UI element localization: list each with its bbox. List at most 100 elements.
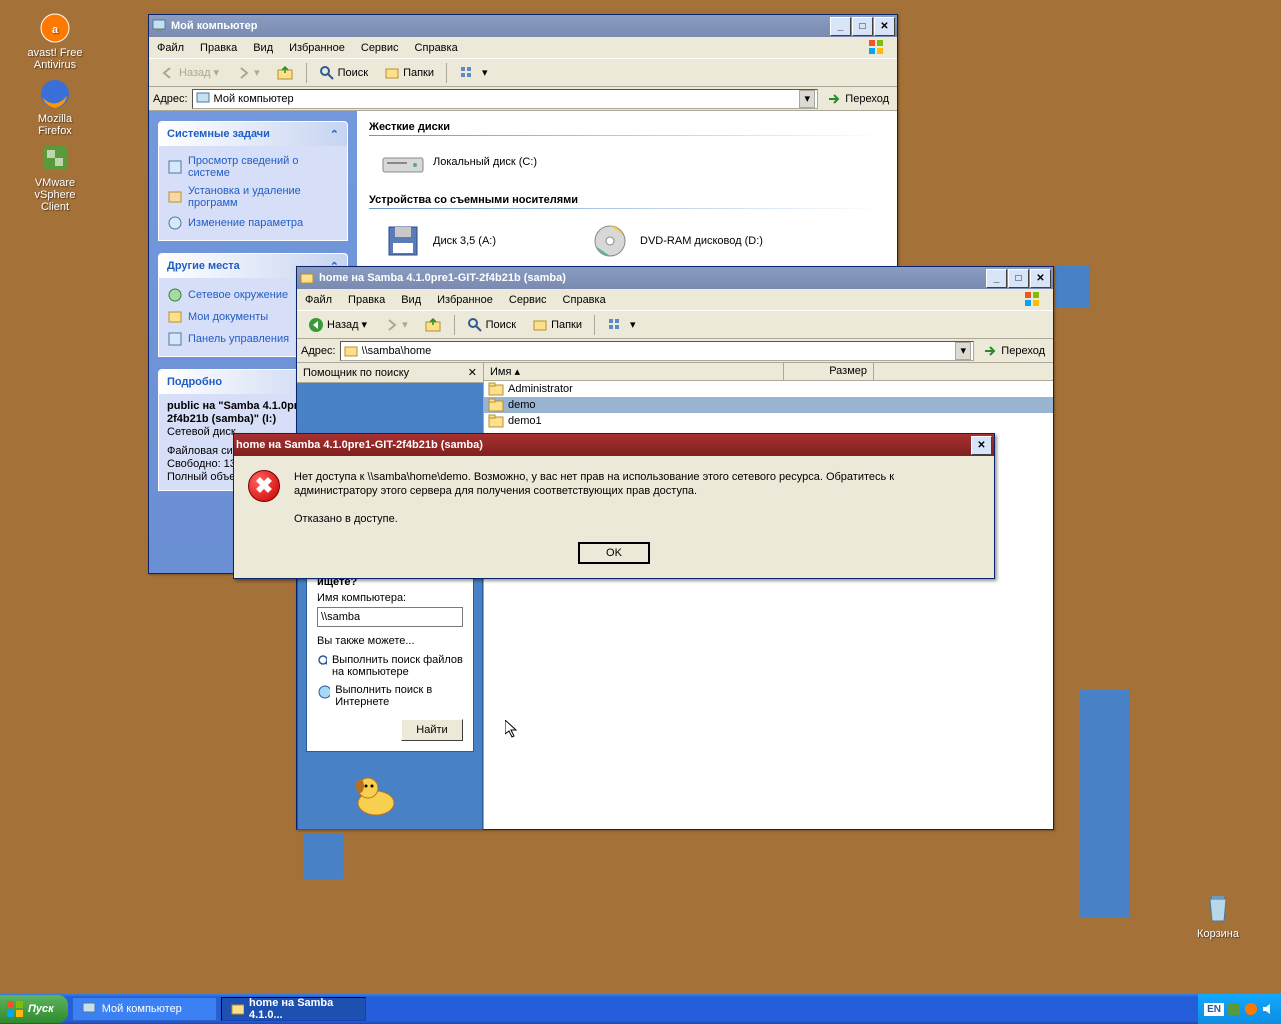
computer-name-input[interactable] xyxy=(317,607,463,627)
settings-icon xyxy=(167,215,183,231)
folders-icon xyxy=(532,317,548,333)
vmware-icon xyxy=(39,142,71,174)
menu-favorites[interactable]: Избранное xyxy=(429,291,501,309)
minimize-button[interactable]: _ xyxy=(830,17,851,36)
search-files-icon xyxy=(317,654,327,670)
menu-view[interactable]: Вид xyxy=(245,39,281,57)
hard-drive-icon xyxy=(379,144,427,180)
titlebar[interactable]: Мой компьютер _ □ ✕ xyxy=(149,15,897,37)
folders-button[interactable]: Папки xyxy=(525,314,589,336)
taskbar-item-mycomputer[interactable]: Мой компьютер xyxy=(72,997,217,1021)
address-label: Адрес: xyxy=(301,345,336,357)
search-button[interactable]: Поиск xyxy=(460,314,523,336)
folder-icon xyxy=(488,398,504,412)
minimize-button[interactable]: _ xyxy=(986,269,1007,288)
views-button[interactable]: ▾ xyxy=(452,62,495,84)
drive-floppy[interactable]: Диск 3,5 (A:) xyxy=(379,223,496,259)
file-row[interactable]: demo1 xyxy=(484,413,1053,429)
drive-c[interactable]: Локальный диск (C:) xyxy=(379,144,885,180)
go-button[interactable]: Переход xyxy=(822,91,893,107)
menu-help[interactable]: Справка xyxy=(407,39,466,57)
search-assistant: ищете? Имя компьютера: Вы также можете..… xyxy=(297,556,483,830)
file-row-selected[interactable]: demo xyxy=(484,397,1053,413)
close-button[interactable]: ✕ xyxy=(874,17,895,36)
close-button[interactable]: ✕ xyxy=(971,436,992,455)
folder-icon xyxy=(230,1001,244,1017)
search-internet-link[interactable]: Выполнить поиск в Интернете xyxy=(317,681,463,711)
tray-avast-icon[interactable] xyxy=(1244,1002,1258,1016)
desktop-icon-avast[interactable]: a avast! Free Antivirus xyxy=(20,12,90,71)
menu-view[interactable]: Вид xyxy=(393,291,429,309)
desktop-icon-recycle[interactable]: Корзина xyxy=(1183,893,1253,940)
arrow-right-icon xyxy=(235,65,251,81)
menu-tools[interactable]: Сервис xyxy=(501,291,555,309)
network-folder-icon xyxy=(343,343,359,359)
address-field[interactable]: ▾ xyxy=(192,89,819,109)
taskbar-item-samba[interactable]: home на Samba 4.1.0... xyxy=(221,997,366,1021)
search-button[interactable]: Поиск xyxy=(312,62,375,84)
menu-file[interactable]: Файл xyxy=(297,291,340,309)
ok-button[interactable]: OK xyxy=(578,542,650,564)
menu-tools[interactable]: Сервис xyxy=(353,39,407,57)
addressbar: Адрес: ▾ Переход xyxy=(149,87,897,111)
taskbar: Пуск Мой компьютер home на Samba 4.1.0..… xyxy=(0,994,1281,1024)
drive-dvd[interactable]: DVD-RAM дисковод (D:) xyxy=(586,223,763,259)
column-name[interactable]: Имя ▴ xyxy=(484,363,784,380)
maximize-button[interactable]: □ xyxy=(1008,269,1029,288)
folder-icon xyxy=(488,382,504,396)
column-size[interactable]: Размер xyxy=(784,363,874,380)
folders-icon xyxy=(384,65,400,81)
start-button[interactable]: Пуск xyxy=(0,995,68,1023)
titlebar[interactable]: home на Samba 4.1.0pre1-GIT-2f4b21b (sam… xyxy=(297,267,1053,289)
close-button[interactable]: ✕ xyxy=(1030,269,1051,288)
tasks-header[interactable]: Системные задачи⌃ xyxy=(159,122,347,146)
address-dropdown[interactable]: ▾ xyxy=(955,342,971,360)
menu-file[interactable]: Файл xyxy=(149,39,192,57)
recycle-icon xyxy=(1202,893,1234,925)
error-dialog: home на Samba 4.1.0pre1-GIT-2f4b21b (sam… xyxy=(233,433,995,579)
svg-text:a: a xyxy=(52,24,59,36)
find-button[interactable]: Найти xyxy=(401,719,463,741)
programs-icon xyxy=(167,189,183,205)
tray-vm-icon[interactable] xyxy=(1227,1002,1241,1016)
dialog-titlebar[interactable]: home на Samba 4.1.0pre1-GIT-2f4b21b (sam… xyxy=(234,434,994,456)
desktop-icon-vmware[interactable]: VMware vSphere Client xyxy=(20,142,90,213)
back-button[interactable]: Назад ▾ xyxy=(301,314,374,336)
views-icon xyxy=(607,317,627,333)
file-row[interactable]: Administrator xyxy=(484,381,1053,397)
addressbar: Адрес: ▾ Переход xyxy=(297,339,1053,363)
computer-name-label: Имя компьютера: xyxy=(317,592,463,604)
views-button[interactable]: ▾ xyxy=(600,314,643,336)
close-icon[interactable]: ✕ xyxy=(468,366,477,379)
search-files-link[interactable]: Выполнить поиск файлов на компьютере xyxy=(317,651,463,681)
go-icon xyxy=(826,91,842,107)
address-field[interactable]: ▾ xyxy=(340,341,975,361)
up-button[interactable] xyxy=(269,62,301,84)
menu-help[interactable]: Справка xyxy=(555,291,614,309)
forward-button[interactable]: ▾ xyxy=(376,314,415,336)
maximize-button[interactable]: □ xyxy=(852,17,873,36)
task-change-setting[interactable]: Изменение параметра xyxy=(167,212,339,234)
menu-edit[interactable]: Правка xyxy=(340,291,393,309)
task-system-info[interactable]: Просмотр сведений о системе xyxy=(167,152,339,182)
forward-button[interactable]: ▾ xyxy=(228,62,267,84)
go-button[interactable]: Переход xyxy=(978,343,1049,359)
computer-icon xyxy=(81,1001,97,1017)
tray-volume-icon[interactable] xyxy=(1261,1002,1275,1016)
language-indicator[interactable]: EN xyxy=(1204,1003,1224,1016)
error-icon: ✖ xyxy=(248,470,280,502)
arrow-left-icon xyxy=(308,317,324,333)
up-button[interactable] xyxy=(417,314,449,336)
address-dropdown[interactable]: ▾ xyxy=(799,90,815,108)
desktop-icon-firefox[interactable]: Mozilla Firefox xyxy=(20,78,90,137)
menu-favorites[interactable]: Избранное xyxy=(281,39,353,57)
menu-edit[interactable]: Правка xyxy=(192,39,245,57)
task-add-remove[interactable]: Установка и удаление программ xyxy=(167,182,339,212)
search-icon xyxy=(319,65,335,81)
search-dog-icon xyxy=(346,768,406,818)
folders-button[interactable]: Папки xyxy=(377,62,441,84)
system-tasks-group: Системные задачи⌃ Просмотр сведений о си… xyxy=(158,121,348,241)
address-label: Адрес: xyxy=(153,93,188,105)
bg-fragment xyxy=(1080,690,1130,917)
back-button[interactable]: Назад ▾ xyxy=(153,62,226,84)
